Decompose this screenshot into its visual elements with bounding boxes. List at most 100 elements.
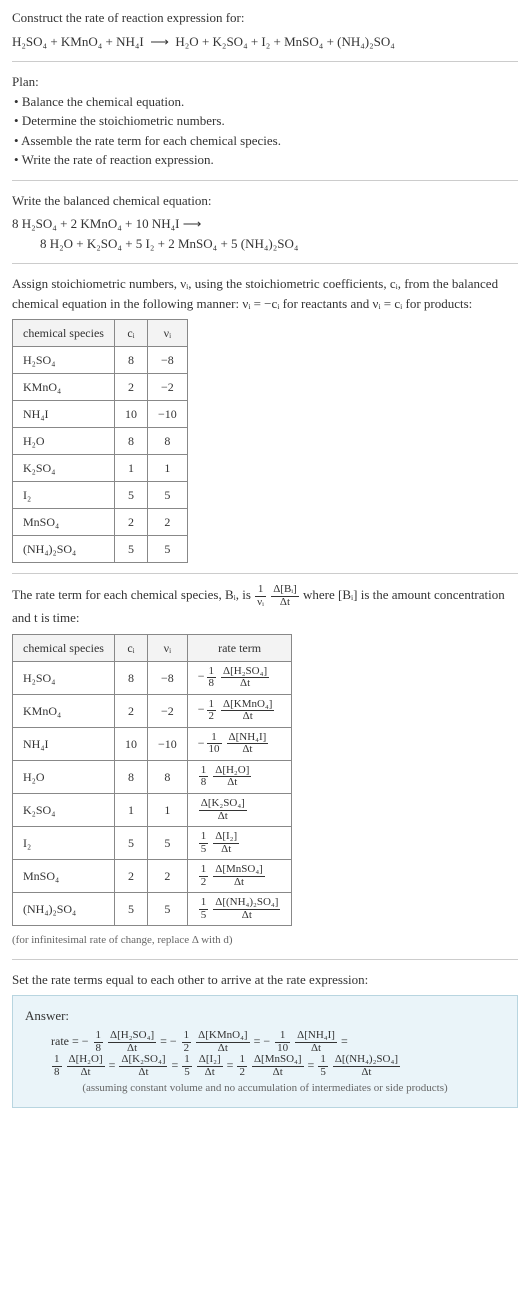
answer-label: Answer: <box>25 1006 505 1026</box>
table-row: K₂SO₄11Δ[K₂SO₄]Δt <box>13 793 292 826</box>
divider <box>12 180 518 181</box>
cell-species: KMnO₄ <box>13 694 115 727</box>
final-intro: Set the rate terms equal to each other t… <box>12 970 518 990</box>
divider <box>12 61 518 62</box>
cell-v: −2 <box>147 374 187 401</box>
plan-item-text: Determine the stoichiometric numbers. <box>22 113 225 128</box>
cell-species: I₂ <box>13 482 115 509</box>
cell-species: K₂SO₄ <box>13 455 115 482</box>
balanced-rhs: 8 H₂O + K₂SO₄ + 5 I₂ + 2 MnSO₄ + 5 (NH₄)… <box>40 236 298 251</box>
rateterm-intro: The rate term for each chemical species,… <box>12 584 518 628</box>
divider <box>12 263 518 264</box>
cell-species: MnSO₄ <box>13 509 115 536</box>
cell-species: H₂SO₄ <box>13 347 115 374</box>
stoich-intro: Assign stoichiometric numbers, νᵢ, using… <box>12 274 518 313</box>
cell-c: 8 <box>114 347 147 374</box>
table-row: (NH₄)₂SO₄55 <box>13 536 188 563</box>
table-row: H₂SO₄8−8 <box>13 347 188 374</box>
table-row: I₂5515 Δ[I₂]Δt <box>13 827 292 860</box>
cell-rateterm: 18 Δ[H₂O]Δt <box>187 760 292 793</box>
cell-v: −10 <box>147 727 187 760</box>
cell-v: −8 <box>147 661 187 694</box>
col-rateterm: rate term <box>187 634 292 661</box>
plan-item: • Write the rate of reaction expression. <box>12 150 518 170</box>
cell-species: H₂O <box>13 760 115 793</box>
cell-c: 10 <box>114 401 147 428</box>
cell-rateterm: Δ[K₂SO₄]Δt <box>187 793 292 826</box>
cell-rateterm: 15 Δ[I₂]Δt <box>187 827 292 860</box>
rate-expression: rate = − 18 Δ[H₂SO₄]Δt = − 12 Δ[KMnO₄]Δt… <box>25 1030 505 1079</box>
table-header-row: chemical species cᵢ νᵢ rate term <box>13 634 292 661</box>
cell-species: H₂SO₄ <box>13 661 115 694</box>
cell-v: 1 <box>147 455 187 482</box>
cell-c: 5 <box>114 893 147 926</box>
cell-v: 1 <box>147 793 187 826</box>
cell-species: H₂O <box>13 428 115 455</box>
plan-item-text: Write the rate of reaction expression. <box>22 152 214 167</box>
balanced-equation: 8 H₂SO₄ + 2 KMnO₄ + 10 NH₄I ⟶ 8 H₂O + K₂… <box>12 214 518 253</box>
table-row: H₂O8818 Δ[H₂O]Δt <box>13 760 292 793</box>
cell-c: 8 <box>114 428 147 455</box>
plan-item-text: Balance the chemical equation. <box>22 94 184 109</box>
cell-v: −10 <box>147 401 187 428</box>
cell-v: 5 <box>147 893 187 926</box>
table-row: NH₄I10−10−110 Δ[NH₄I]Δt <box>13 727 292 760</box>
cell-species: (NH₄)₂SO₄ <box>13 893 115 926</box>
cell-rateterm: −18 Δ[H₂SO₄]Δt <box>187 661 292 694</box>
cell-c: 8 <box>114 760 147 793</box>
cell-c: 1 <box>114 455 147 482</box>
cell-rateterm: 15 Δ[(NH₄)₂SO₄]Δt <box>187 893 292 926</box>
cell-v: 2 <box>147 509 187 536</box>
cell-c: 8 <box>114 661 147 694</box>
cell-species: (NH₄)₂SO₄ <box>13 536 115 563</box>
table-header-row: chemical species cᵢ νᵢ <box>13 320 188 347</box>
cell-v: 5 <box>147 482 187 509</box>
cell-species: K₂SO₄ <box>13 793 115 826</box>
plan-item: • Assemble the rate term for each chemic… <box>12 131 518 151</box>
plan-item: • Determine the stoichiometric numbers. <box>12 111 518 131</box>
cell-c: 1 <box>114 793 147 826</box>
prompt-title: Construct the rate of reaction expressio… <box>12 8 518 28</box>
col-species: chemical species <box>13 634 115 661</box>
answer-assumption: (assuming constant volume and no accumul… <box>25 1080 505 1097</box>
rateterm-footnote: (for infinitesimal rate of change, repla… <box>12 932 518 949</box>
balanced-title: Write the balanced chemical equation: <box>12 191 518 211</box>
cell-v: 2 <box>147 860 187 893</box>
table-row: H₂O88 <box>13 428 188 455</box>
col-v: νᵢ <box>147 634 187 661</box>
cell-species: KMnO₄ <box>13 374 115 401</box>
table-row: MnSO₄22 <box>13 509 188 536</box>
cell-c: 2 <box>114 860 147 893</box>
cell-v: 5 <box>147 827 187 860</box>
rateterm-table: chemical species cᵢ νᵢ rate term H₂SO₄8−… <box>12 634 292 927</box>
col-c: cᵢ <box>114 320 147 347</box>
cell-rateterm: 12 Δ[MnSO₄]Δt <box>187 860 292 893</box>
cell-species: NH₄I <box>13 727 115 760</box>
cell-v: 8 <box>147 428 187 455</box>
col-v: νᵢ <box>147 320 187 347</box>
cell-v: −2 <box>147 694 187 727</box>
table-row: H₂SO₄8−8−18 Δ[H₂SO₄]Δt <box>13 661 292 694</box>
rate-generic-coeff: 1νᵢ <box>255 584 266 608</box>
unbalanced-rhs: H₂O + K₂SO₄ + I₂ + MnSO₄ + (NH₄)₂SO₄ <box>175 34 394 49</box>
cell-c: 2 <box>114 509 147 536</box>
plan-title: Plan: <box>12 72 518 92</box>
cell-c: 5 <box>114 827 147 860</box>
table-row: NH₄I10−10 <box>13 401 188 428</box>
cell-c: 5 <box>114 536 147 563</box>
table-row: MnSO₄2212 Δ[MnSO₄]Δt <box>13 860 292 893</box>
col-c: cᵢ <box>114 634 147 661</box>
cell-c: 10 <box>114 727 147 760</box>
plan-item-text: Assemble the rate term for each chemical… <box>21 133 281 148</box>
rateterm-intro-a: The rate term for each chemical species,… <box>12 587 254 602</box>
rate-generic-delta: Δ[Bᵢ]Δt <box>271 584 299 608</box>
answer-box: Answer: rate = − 18 Δ[H₂SO₄]Δt = − 12 Δ[… <box>12 995 518 1108</box>
cell-species: MnSO₄ <box>13 860 115 893</box>
cell-v: 8 <box>147 760 187 793</box>
table-row: I₂55 <box>13 482 188 509</box>
balanced-lhs: 8 H₂SO₄ + 2 KMnO₄ + 10 NH₄I <box>12 216 180 231</box>
table-row: K₂SO₄11 <box>13 455 188 482</box>
table-row: KMnO₄2−2−12 Δ[KMnO₄]Δt <box>13 694 292 727</box>
table-row: (NH₄)₂SO₄5515 Δ[(NH₄)₂SO₄]Δt <box>13 893 292 926</box>
divider <box>12 959 518 960</box>
